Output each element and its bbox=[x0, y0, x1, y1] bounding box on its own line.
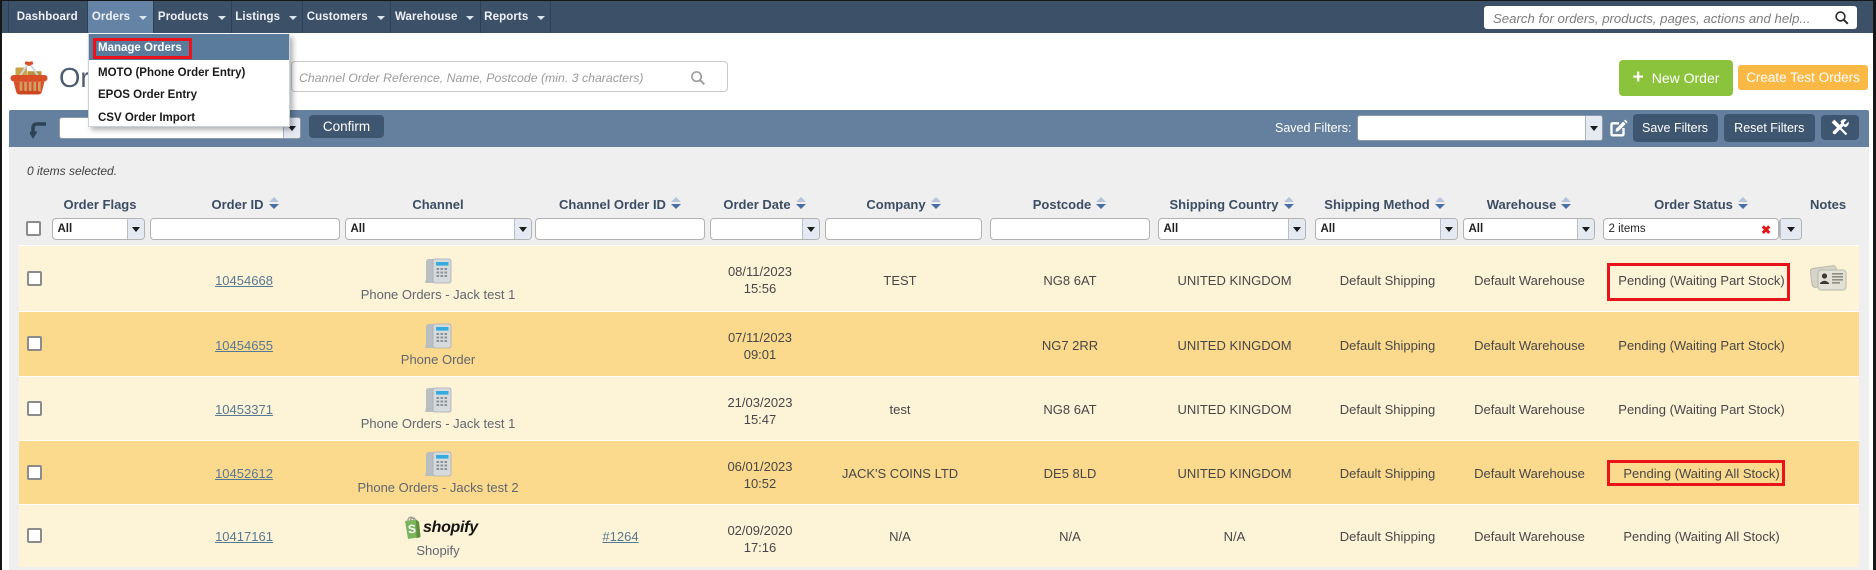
svg-text:S: S bbox=[407, 522, 416, 537]
